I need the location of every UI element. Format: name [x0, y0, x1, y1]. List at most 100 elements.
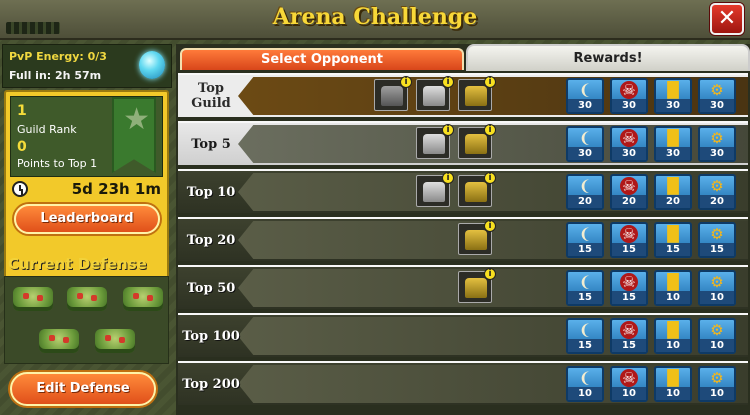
reward-amount: 10: [656, 291, 690, 304]
reward-amount: 10: [700, 387, 734, 400]
reward-amount: 15: [612, 291, 646, 304]
tusk-icon: ❨: [578, 369, 592, 387]
tusk-icon: ❨: [578, 273, 592, 291]
defense-unit-icon: [95, 329, 135, 353]
opponent-unit-icon[interactable]: i: [374, 76, 412, 111]
reward-item[interactable]: ❨ 15: [566, 270, 604, 306]
reward-amount: 10: [568, 387, 602, 400]
reward-item[interactable]: ☠ 30: [610, 126, 648, 162]
reward-amount: 20: [656, 195, 690, 208]
pvp-energy: PvP Energy: 0/3: [9, 50, 107, 63]
reward-item[interactable]: ☠ 10: [610, 366, 648, 402]
defense-unit-icon: [39, 329, 79, 353]
skull-icon: ☠: [620, 129, 638, 147]
reward-item[interactable]: ❨ 30: [566, 126, 604, 162]
info-icon[interactable]: i: [484, 124, 496, 136]
opponent-unit-icon[interactable]: i: [416, 76, 454, 111]
reward-item[interactable]: ☠ 15: [610, 270, 648, 306]
opponent-unit-icon[interactable]: i: [416, 124, 454, 159]
gear-icon: ⚙: [710, 81, 724, 99]
reward-item[interactable]: ▐▌ 30: [654, 126, 692, 162]
medal-icon: ▐▌: [661, 369, 685, 387]
reward-amount: 10: [700, 339, 734, 352]
reward-item[interactable]: ☠ 30: [610, 78, 648, 114]
reward-item[interactable]: ⚙ 10: [698, 366, 736, 402]
rank-label: Top 50: [186, 280, 236, 296]
rank-row[interactable]: Top 10 i i ❨ 20 ☠ 20 ▐▌ 20 ⚙ 20: [178, 169, 748, 213]
rank-label: Top 100: [182, 328, 240, 344]
info-icon[interactable]: i: [484, 172, 496, 184]
reward-item[interactable]: ☠ 15: [610, 222, 648, 258]
reward-item[interactable]: ❨ 10: [566, 366, 604, 402]
rank-rows: Top Guild i i i ❨ 30 ☠ 30 ▐▌ 30 ⚙ 30 Top 5 i i ❨ 30 ☠ 30 ▐▌…: [178, 73, 750, 415]
skull-icon: ☠: [620, 177, 638, 195]
opponent-unit-icon[interactable]: i: [458, 76, 496, 111]
reward-item[interactable]: ▐▌ 10: [654, 318, 692, 354]
reward-amount: 10: [612, 387, 646, 400]
rank-row[interactable]: Top 100 ❨ 15 ☠ 15 ▐▌ 10 ⚙ 10: [178, 313, 748, 357]
gear-icon: ⚙: [710, 129, 724, 147]
leaderboard-button[interactable]: Leaderboard: [14, 204, 160, 234]
rank-row[interactable]: Top Guild i i i ❨ 30 ☠ 30 ▐▌ 30 ⚙ 30: [178, 73, 748, 117]
reward-item[interactable]: ☠ 20: [610, 174, 648, 210]
reward-amount: 10: [700, 291, 734, 304]
opponent-unit-icon[interactable]: i: [458, 172, 496, 207]
reward-item[interactable]: ▐▌ 10: [654, 270, 692, 306]
info-icon[interactable]: i: [484, 220, 496, 232]
reward-amount: 30: [656, 99, 690, 112]
reward-item[interactable]: ⚙ 15: [698, 222, 736, 258]
tusk-icon: ❨: [578, 225, 592, 243]
reward-item[interactable]: ❨ 15: [566, 222, 604, 258]
reward-amount: 20: [700, 195, 734, 208]
info-icon[interactable]: i: [442, 172, 454, 184]
tusk-icon: ❨: [578, 81, 592, 99]
rank-label: Top 200: [182, 376, 240, 392]
energy-gem-icon[interactable]: [139, 51, 165, 79]
reward-item[interactable]: ❨ 30: [566, 78, 604, 114]
medal-icon: ▐▌: [661, 177, 685, 195]
defense-unit-icon: [13, 287, 53, 311]
tab-select-opponent[interactable]: Select Opponent: [180, 48, 464, 70]
reward-item[interactable]: ▐▌ 10: [654, 366, 692, 402]
reward-amount: 15: [700, 243, 734, 256]
gear-icon: ⚙: [710, 273, 724, 291]
reward-item[interactable]: ⚙ 20: [698, 174, 736, 210]
tusk-icon: ❨: [578, 177, 592, 195]
tab-rewards[interactable]: Rewards!: [466, 44, 750, 71]
rank-row[interactable]: Top 200 ❨ 10 ☠ 10 ▐▌ 10 ⚙ 10: [178, 361, 748, 405]
opponent-unit-icon[interactable]: i: [458, 268, 496, 303]
energy-refill-timer: Full in: 2h 57m: [9, 69, 102, 82]
reward-amount: 15: [612, 243, 646, 256]
reward-item[interactable]: ▐▌ 15: [654, 222, 692, 258]
skull-icon: ☠: [620, 225, 638, 243]
edit-defense-button[interactable]: Edit Defense: [10, 372, 156, 406]
close-button[interactable]: ✕: [710, 3, 744, 35]
clock-icon: [12, 181, 28, 197]
reward-item[interactable]: ❨ 15: [566, 318, 604, 354]
opponent-unit-icon[interactable]: i: [458, 124, 496, 159]
reward-item[interactable]: ⚙ 10: [698, 318, 736, 354]
reward-item[interactable]: ▐▌ 20: [654, 174, 692, 210]
guild-rank-label: Guild Rank: [17, 123, 77, 136]
reward-amount: 20: [568, 195, 602, 208]
reward-item[interactable]: ❨ 20: [566, 174, 604, 210]
defense-unit-icon: [67, 287, 107, 311]
reward-item[interactable]: ⚙ 30: [698, 78, 736, 114]
reward-item[interactable]: ▐▌ 30: [654, 78, 692, 114]
reward-item[interactable]: ☠ 15: [610, 318, 648, 354]
info-icon[interactable]: i: [484, 268, 496, 280]
reward-item[interactable]: ⚙ 30: [698, 126, 736, 162]
info-icon[interactable]: i: [484, 76, 496, 88]
reward-amount: 30: [700, 147, 734, 160]
skull-icon: ☠: [620, 321, 638, 339]
rank-row[interactable]: Top 5 i i ❨ 30 ☠ 30 ▐▌ 30 ⚙ 30: [178, 121, 748, 165]
rank-row[interactable]: Top 20 i ❨ 15 ☠ 15 ▐▌ 15 ⚙ 15: [178, 217, 748, 261]
info-icon[interactable]: i: [442, 124, 454, 136]
opponent-unit-icon[interactable]: i: [416, 172, 454, 207]
reward-amount: 10: [656, 339, 690, 352]
info-icon[interactable]: i: [400, 76, 412, 88]
opponent-unit-icon[interactable]: i: [458, 220, 496, 255]
reward-item[interactable]: ⚙ 10: [698, 270, 736, 306]
info-icon[interactable]: i: [442, 76, 454, 88]
rank-row[interactable]: Top 50 i ❨ 15 ☠ 15 ▐▌ 10 ⚙ 10: [178, 265, 748, 309]
